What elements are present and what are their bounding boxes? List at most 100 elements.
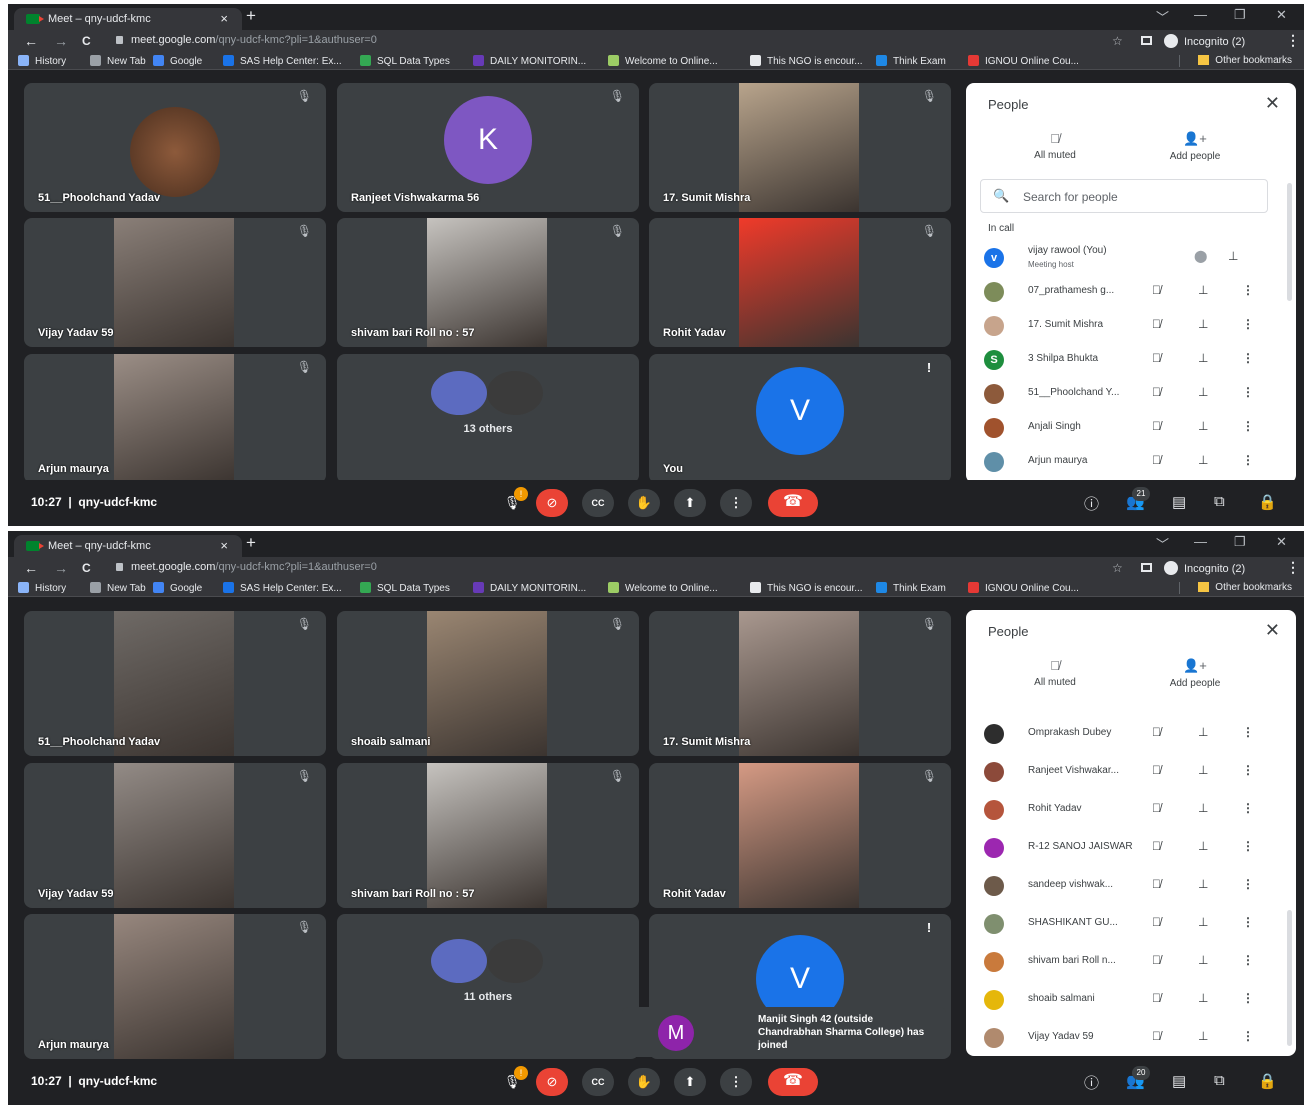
- participant-tile[interactable]: 11 others: [337, 914, 639, 1059]
- forward-icon[interactable]: →: [54, 560, 68, 576]
- mic-off-icon[interactable]: 🎙̸: [1152, 1029, 1161, 1043]
- bookmark-item[interactable]: SAS Help Center: Ex...: [223, 55, 342, 67]
- pin-icon[interactable]: ⊥: [1198, 1029, 1208, 1043]
- pin-icon[interactable]: ⊥: [1198, 725, 1208, 739]
- pin-icon[interactable]: ⊥: [1198, 763, 1208, 777]
- scrollbar[interactable]: [1287, 910, 1292, 1046]
- raise-hand-button[interactable]: ✋: [628, 1068, 660, 1096]
- meeting-info-icon[interactable]: ⓘ: [1084, 1072, 1099, 1093]
- bookmark-star-icon[interactable]: ☆: [1112, 561, 1123, 575]
- pin-icon[interactable]: ⊥: [1198, 839, 1208, 853]
- list-item[interactable]: Vijay Yadav 59 🎙̸ ⊥ ⋮: [966, 1021, 1284, 1055]
- bookmark-item[interactable]: This NGO is encour...: [750, 582, 863, 594]
- more-options-icon[interactable]: ⋮: [1242, 839, 1254, 853]
- more-options-icon[interactable]: ⋮: [1242, 317, 1254, 331]
- bookmark-item[interactable]: History: [18, 582, 66, 594]
- list-item[interactable]: 17. Sumit Mishra 🎙̸ ⊥ ⋮: [966, 309, 1284, 343]
- add-people-button[interactable]: 👤+ Add people: [1140, 658, 1250, 689]
- list-item[interactable]: sandeep vishwak... 🎙̸ ⊥ ⋮: [966, 869, 1284, 903]
- bookmark-item[interactable]: DAILY MONITORIN...: [473, 55, 586, 67]
- minimize-icon[interactable]: —: [1194, 7, 1207, 22]
- search-input[interactable]: 🔍 Search for people: [980, 179, 1268, 213]
- pin-icon[interactable]: ⊥: [1198, 991, 1208, 1005]
- captions-button[interactable]: CC: [582, 489, 614, 517]
- pin-icon[interactable]: ⊥: [1198, 317, 1208, 331]
- reload-icon[interactable]: C: [82, 561, 91, 575]
- incognito-badge[interactable]: Incognito (2): [1164, 34, 1245, 48]
- other-bookmarks-folder[interactable]: Other bookmarks: [1198, 582, 1292, 593]
- microphone-button[interactable]: 🎙!: [496, 1066, 528, 1096]
- restore-icon[interactable]: ❐: [1234, 534, 1246, 550]
- participant-tile[interactable]: Vijay Yadav 59: [24, 218, 326, 347]
- more-options-icon[interactable]: ⋮: [1242, 1029, 1254, 1043]
- more-options-icon[interactable]: ⋮: [1242, 915, 1254, 929]
- present-button[interactable]: ⬆: [674, 489, 706, 517]
- list-item[interactable]: shivam bari Roll n... 🎙̸ ⊥ ⋮: [966, 945, 1284, 979]
- close-icon[interactable]: ✕: [1265, 93, 1280, 114]
- bookmark-item[interactable]: SQL Data Types: [360, 582, 450, 594]
- all-muted-button[interactable]: 🎙̸ All muted: [1000, 131, 1110, 161]
- bookmark-item[interactable]: Google: [153, 55, 202, 67]
- bookmark-item[interactable]: Think Exam: [876, 55, 946, 67]
- camera-off-button[interactable]: ⊘: [536, 1068, 568, 1096]
- list-item[interactable]: shoaib salmani 🎙̸ ⊥ ⋮: [966, 983, 1284, 1017]
- participant-tile[interactable]: 13 others: [337, 354, 639, 483]
- list-item[interactable]: R-12 SANOJ JAISWAR 🎙̸ ⊥ ⋮: [966, 831, 1284, 865]
- microphone-button[interactable]: 🎙!: [496, 487, 528, 517]
- host-controls-icon[interactable]: 🔒: [1258, 1072, 1277, 1090]
- list-item[interactable]: v vijay rawool (You) Meeting host ⬤ ⊥: [966, 241, 1284, 275]
- meeting-info-icon[interactable]: ⓘ: [1084, 493, 1099, 514]
- more-options-button[interactable]: ⋮: [720, 489, 752, 517]
- more-options-icon[interactable]: ⋮: [1242, 283, 1254, 297]
- participant-tile[interactable]: Rohit Yadav: [649, 763, 951, 908]
- bookmark-item[interactable]: Welcome to Online...: [608, 582, 718, 594]
- mic-off-icon[interactable]: 🎙̸: [1152, 419, 1161, 433]
- participant-tile[interactable]: K Ranjeet Vishwakarma 56: [337, 83, 639, 212]
- bookmark-item[interactable]: SAS Help Center: Ex...: [223, 582, 342, 594]
- more-options-icon[interactable]: ⋮: [1242, 877, 1254, 891]
- pin-icon[interactable]: ⊥: [1198, 385, 1208, 399]
- people-icon[interactable]: 👥 21: [1126, 487, 1150, 511]
- pin-icon[interactable]: ⊥: [1198, 283, 1208, 297]
- more-options-icon[interactable]: ⋮: [1242, 351, 1254, 365]
- pin-icon[interactable]: ⊥: [1198, 915, 1208, 929]
- pin-icon[interactable]: ⊥: [1198, 453, 1208, 467]
- list-item[interactable]: S 3 Shilpa Bhukta 🎙̸ ⊥ ⋮: [966, 343, 1284, 377]
- participant-tile[interactable]: shivam bari Roll no : 57: [337, 218, 639, 347]
- reload-icon[interactable]: C: [82, 34, 91, 48]
- pin-icon[interactable]: ⊥: [1198, 419, 1208, 433]
- bookmark-item[interactable]: IGNOU Online Cou...: [968, 582, 1079, 594]
- close-tab-icon[interactable]: ×: [220, 8, 228, 30]
- participant-tile[interactable]: 17. Sumit Mishra: [649, 83, 951, 212]
- restore-icon[interactable]: ❐: [1234, 7, 1246, 23]
- alert-icon[interactable]: !: [921, 360, 937, 376]
- tab-search-icon[interactable]: ﹀: [1156, 534, 1169, 553]
- mic-off-icon[interactable]: 🎙̸: [1152, 725, 1161, 739]
- captions-button[interactable]: CC: [582, 1068, 614, 1096]
- host-controls-icon[interactable]: 🔒: [1258, 493, 1277, 511]
- new-tab-button[interactable]: +: [246, 533, 256, 553]
- bookmark-item[interactable]: Welcome to Online...: [608, 55, 718, 67]
- extensions-icon[interactable]: [1141, 36, 1152, 45]
- add-people-button[interactable]: 👤+ Add people: [1140, 131, 1250, 162]
- more-options-icon[interactable]: ⋮: [1242, 385, 1254, 399]
- bookmark-item[interactable]: Google: [153, 582, 202, 594]
- bookmark-item[interactable]: IGNOU Online Cou...: [968, 55, 1079, 67]
- other-bookmarks-folder[interactable]: Other bookmarks: [1198, 55, 1292, 66]
- participant-tile[interactable]: shivam bari Roll no : 57: [337, 763, 639, 908]
- scrollbar[interactable]: [1287, 183, 1292, 301]
- pin-icon[interactable]: ⊥: [1198, 351, 1208, 365]
- more-options-icon[interactable]: ⋮: [1242, 953, 1254, 967]
- list-item[interactable]: Omprakash Dubey 🎙̸ ⊥ ⋮: [966, 717, 1284, 751]
- browser-menu-icon[interactable]: ⋮: [1286, 559, 1300, 576]
- more-options-icon[interactable]: ⋮: [1242, 419, 1254, 433]
- mic-off-icon[interactable]: 🎙̸: [1152, 283, 1161, 297]
- leave-call-button[interactable]: ☎: [768, 1068, 818, 1096]
- mic-off-icon[interactable]: 🎙̸: [1152, 877, 1161, 891]
- list-item[interactable]: Rohit Yadav 🎙̸ ⊥ ⋮: [966, 793, 1284, 827]
- browser-menu-icon[interactable]: ⋮: [1286, 32, 1300, 49]
- mic-off-icon[interactable]: 🎙̸: [1152, 763, 1161, 777]
- alert-icon[interactable]: !: [921, 920, 937, 936]
- close-tab-icon[interactable]: ×: [220, 535, 228, 557]
- raise-hand-button[interactable]: ✋: [628, 489, 660, 517]
